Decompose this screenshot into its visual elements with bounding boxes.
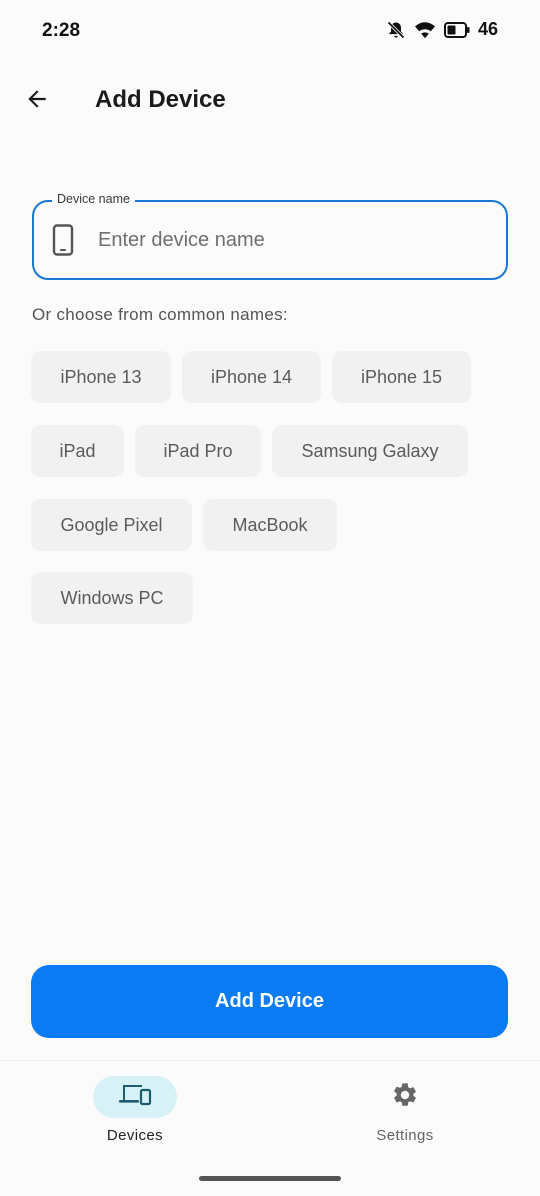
wifi-icon	[414, 20, 436, 40]
status-bar: 2:28 46	[0, 0, 540, 62]
add-device-button[interactable]: Add Device	[31, 965, 508, 1038]
chip-ipad-pro[interactable]: iPad Pro	[135, 425, 261, 477]
nav-active-indicator	[93, 1076, 177, 1118]
devices-icon	[118, 1082, 152, 1113]
chip-macbook[interactable]: MacBook	[203, 499, 337, 551]
chip-ipad[interactable]: iPad	[31, 425, 124, 477]
nav-item-settings[interactable]: Settings	[335, 1076, 475, 1144]
device-name-input[interactable]	[98, 222, 488, 258]
status-time: 2:28	[42, 20, 81, 41]
gear-icon	[391, 1081, 419, 1114]
suggestions-label: Or choose from common names:	[32, 305, 288, 324]
nav-settings-pill	[363, 1076, 447, 1118]
nav-label-devices: Devices	[106, 1127, 164, 1144]
chip-windows-pc[interactable]: Windows PC	[31, 572, 193, 624]
back-button[interactable]	[18, 82, 56, 120]
phone-icon	[52, 224, 74, 256]
app-bar: Add Device	[0, 70, 540, 132]
battery-level: 46	[477, 19, 498, 39]
nav-divider	[0, 1060, 540, 1061]
nav-label-settings: Settings	[376, 1127, 434, 1144]
page-title: Add Device	[95, 86, 226, 113]
mute-icon	[386, 20, 406, 40]
chip-iphone-14[interactable]: iPhone 14	[182, 351, 321, 403]
chip-iphone-13[interactable]: iPhone 13	[31, 351, 171, 403]
nav-item-devices[interactable]: Devices	[65, 1076, 205, 1144]
status-icons: 46	[386, 19, 498, 40]
chip-iphone-15[interactable]: iPhone 15	[332, 351, 471, 403]
chip-samsung-galaxy[interactable]: Samsung Galaxy	[272, 425, 468, 477]
home-indicator[interactable]	[199, 1176, 341, 1181]
battery-icon	[443, 21, 470, 38]
arrow-back-icon	[24, 86, 50, 117]
device-name-label: Device name	[52, 192, 135, 206]
chip-google-pixel[interactable]: Google Pixel	[31, 499, 192, 551]
